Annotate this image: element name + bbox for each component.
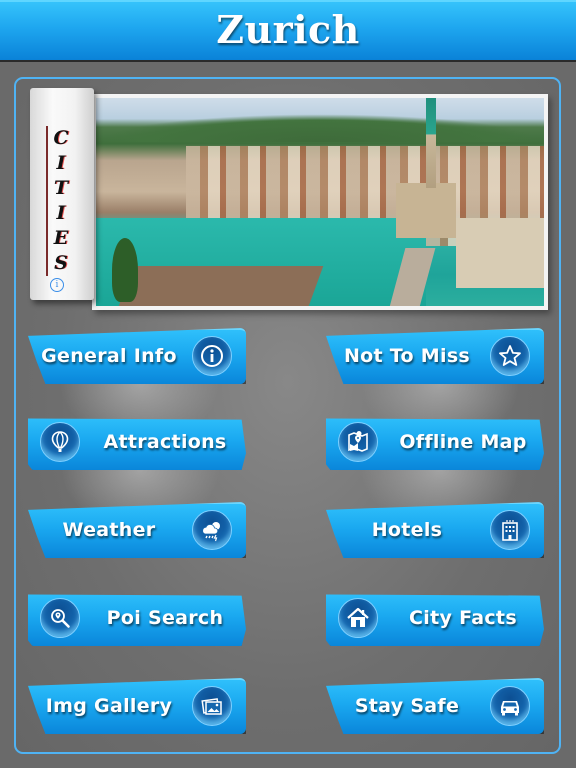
photo-gallery-icon	[192, 686, 232, 726]
general-info-label: General Info	[41, 345, 177, 367]
hotels-button[interactable]: Hotels	[326, 502, 544, 558]
scroll-label: CITIES	[53, 127, 69, 274]
stay-safe-label: Stay Safe	[354, 695, 460, 717]
poi-search-button[interactable]: Poi Search	[28, 590, 246, 646]
img-gallery-label: Img Gallery	[45, 695, 173, 717]
not-to-miss-button[interactable]: Not To Miss	[326, 328, 544, 384]
attractions-button[interactable]: Attractions	[28, 414, 246, 470]
weather-label: Weather	[62, 519, 156, 541]
info-icon	[192, 336, 232, 376]
img-gallery-button[interactable]: Img Gallery	[28, 678, 246, 734]
home-icon	[338, 598, 378, 638]
city-banner: CITIES i	[30, 88, 550, 316]
info-icon[interactable]: i	[50, 278, 64, 292]
map-pin-icon	[338, 422, 378, 462]
weather-cloud-sun-rain-icon	[192, 510, 232, 550]
hotels-label: Hotels	[371, 519, 443, 541]
city-photo	[92, 94, 548, 310]
stay-safe-button[interactable]: Stay Safe	[326, 678, 544, 734]
general-info-button[interactable]: General Info	[28, 328, 246, 384]
offline-map-label: Offline Map	[399, 431, 527, 453]
city-facts-button[interactable]: City Facts	[326, 590, 544, 646]
app-header: Zurich	[0, 0, 576, 62]
star-icon	[490, 336, 530, 376]
offline-map-button[interactable]: Offline Map	[326, 414, 544, 470]
scroll-divider	[46, 126, 48, 276]
hot-air-balloon-icon	[40, 422, 80, 462]
hotel-building-icon	[490, 510, 530, 550]
not-to-miss-label: Not To Miss	[343, 345, 471, 367]
page-title: Zurich	[216, 6, 360, 52]
attractions-label: Attractions	[103, 431, 227, 453]
location-search-icon	[40, 598, 80, 638]
weather-button[interactable]: Weather	[28, 502, 246, 558]
city-facts-label: City Facts	[409, 607, 517, 629]
car-icon	[490, 686, 530, 726]
poi-search-label: Poi Search	[106, 607, 224, 629]
cities-scroll: CITIES i	[30, 88, 94, 300]
